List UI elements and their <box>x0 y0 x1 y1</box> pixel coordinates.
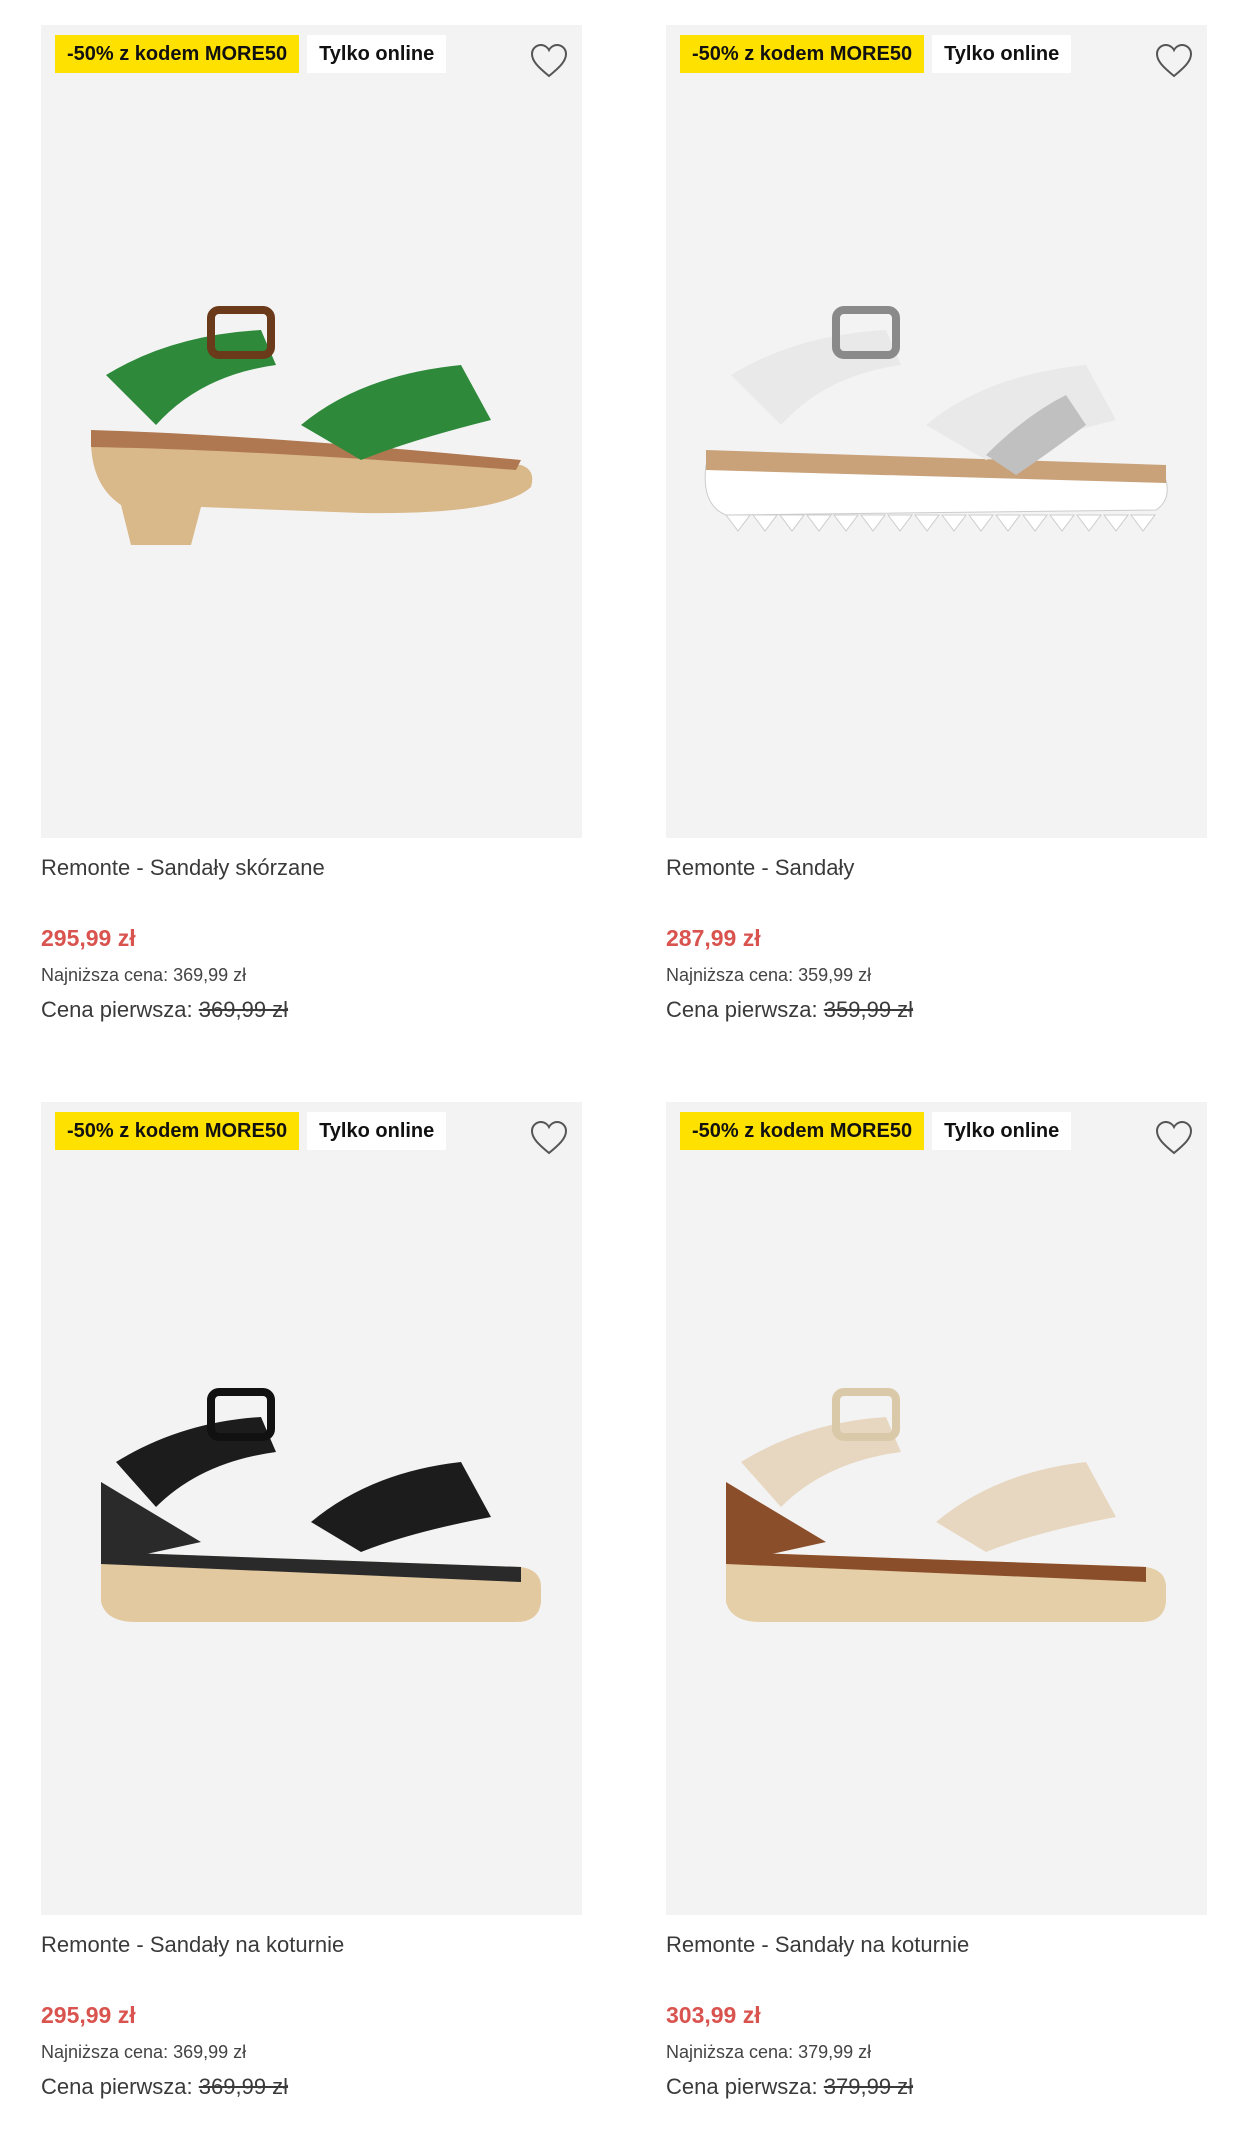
product-name[interactable]: Remonte - Sandały na koturnie <box>41 1932 582 1958</box>
product-image-area[interactable]: -50% z kodem MORE50 Tylko online <box>666 25 1207 838</box>
front-strap <box>936 1462 1116 1552</box>
badge-row: -50% z kodem MORE50 Tylko online <box>55 1112 447 1150</box>
product-card[interactable]: -50% z kodem MORE50 Tylko online Remonte… <box>41 25 582 1023</box>
heel-strap <box>731 330 901 425</box>
first-price: Cena pierwsza: 369,99 zł <box>41 2074 582 2100</box>
lowest-price: Najniższa cena: 369,99 zł <box>41 2042 247 2062</box>
product-price: 287,99 zł <box>666 925 761 951</box>
sandal-image <box>686 1302 1187 1715</box>
badge-row: -50% z kodem MORE50 Tylko online <box>680 35 1072 73</box>
tread <box>833 514 859 532</box>
first-price-value: 379,99 zł <box>823 2074 914 2099</box>
product-image-area[interactable]: -50% z kodem MORE50 Tylko online <box>41 1102 582 1915</box>
lowest-price: Najniższa cena: 359,99 zł <box>666 965 872 985</box>
online-only-badge: Tylko online <box>932 35 1072 73</box>
product-price: 303,99 zł <box>666 2002 761 2028</box>
tread <box>968 514 994 532</box>
heart-icon[interactable] <box>1155 1120 1193 1156</box>
tread <box>779 514 805 532</box>
tread <box>941 514 967 532</box>
badge-row: -50% z kodem MORE50 Tylko online <box>680 1112 1072 1150</box>
product-card[interactable]: -50% z kodem MORE50 Tylko online Remonte… <box>666 1102 1207 2100</box>
tread <box>1022 514 1048 532</box>
tread <box>806 514 832 532</box>
tread <box>1076 514 1102 532</box>
promo-badge: -50% z kodem MORE50 <box>55 35 300 73</box>
online-only-badge: Tylko online <box>307 35 447 73</box>
product-name[interactable]: Remonte - Sandały skórzane <box>41 855 582 881</box>
product-image-area[interactable]: -50% z kodem MORE50 Tylko online <box>666 1102 1207 1915</box>
heart-icon[interactable] <box>1155 43 1193 79</box>
tread <box>1049 514 1075 532</box>
lowest-price: Najniższa cena: 379,99 zł <box>666 2042 872 2062</box>
first-price-label: Cena pierwsza: <box>41 2074 193 2099</box>
heel-strap <box>741 1417 901 1507</box>
first-price-label: Cena pierwsza: <box>41 997 193 1022</box>
product-name[interactable]: Remonte - Sandały na koturnie <box>666 1932 1207 1958</box>
first-price: Cena pierwsza: 379,99 zł <box>666 2074 1207 2100</box>
heart-icon[interactable] <box>530 1120 568 1156</box>
sandal-image <box>61 225 562 638</box>
tread <box>752 514 778 532</box>
product-price: 295,99 zł <box>41 2002 136 2028</box>
first-price-value: 369,99 zł <box>198 2074 289 2099</box>
online-only-badge: Tylko online <box>307 1112 447 1150</box>
first-price: Cena pierwsza: 359,99 zł <box>666 997 1207 1023</box>
first-price: Cena pierwsza: 369,99 zł <box>41 997 582 1023</box>
tread <box>725 514 751 532</box>
heel-strap <box>106 330 276 425</box>
tread <box>914 514 940 532</box>
online-only-badge: Tylko online <box>932 1112 1072 1150</box>
heel-strap <box>116 1417 276 1507</box>
product-name[interactable]: Remonte - Sandały <box>666 855 1207 881</box>
product-card[interactable]: -50% z kodem MORE50 Tylko online Remonte… <box>666 25 1207 1023</box>
heart-icon[interactable] <box>530 43 568 79</box>
promo-badge: -50% z kodem MORE50 <box>680 1112 925 1150</box>
lowest-price: Najniższa cena: 369,99 zł <box>41 965 247 985</box>
first-price-value: 369,99 zł <box>198 997 289 1022</box>
tread <box>1103 514 1129 532</box>
product-image-area[interactable]: -50% z kodem MORE50 Tylko online <box>41 25 582 838</box>
first-price-label: Cena pierwsza: <box>666 2074 818 2099</box>
badge-row: -50% z kodem MORE50 Tylko online <box>55 35 447 73</box>
tread <box>1130 514 1156 532</box>
sandal-image <box>61 1302 562 1715</box>
first-price-label: Cena pierwsza: <box>666 997 818 1022</box>
promo-badge: -50% z kodem MORE50 <box>680 35 925 73</box>
tread <box>887 514 913 532</box>
sandal-image <box>686 225 1187 638</box>
first-price-value: 359,99 zł <box>823 997 914 1022</box>
front-strap <box>311 1462 491 1552</box>
product-card[interactable]: -50% z kodem MORE50 Tylko online Remonte… <box>41 1102 582 2100</box>
tread <box>995 514 1021 532</box>
promo-badge: -50% z kodem MORE50 <box>55 1112 300 1150</box>
product-price: 295,99 zł <box>41 925 136 951</box>
tread <box>860 514 886 532</box>
